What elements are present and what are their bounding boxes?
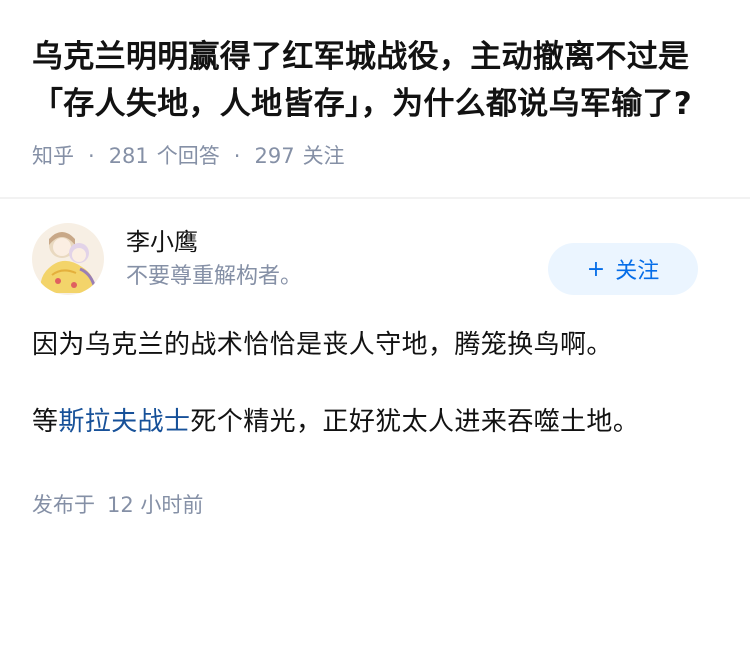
question-meta: 知乎 · 281 个回答 · 297 关注 bbox=[32, 141, 718, 171]
answer-paragraph: 因为乌克兰的战术恰恰是丧人守地，腾笼换鸟啊。 bbox=[32, 330, 613, 360]
author-info: 李小鹰 不要尊重解构者。 bbox=[126, 225, 302, 293]
author-row: 李小鹰 不要尊重解构者。 + 关注 bbox=[32, 199, 718, 319]
paragraph-text: 等 bbox=[32, 407, 59, 437]
follow-label: 关注 bbox=[615, 259, 660, 284]
author-name[interactable]: 李小鹰 bbox=[126, 225, 302, 259]
question-title[interactable]: 乌克兰明明赢得了红军城战役，主动撤离不过是「存人失地，人地皆存」，为什么都说乌军… bbox=[32, 34, 718, 128]
plus-icon: + bbox=[586, 256, 606, 282]
meta-separator: · bbox=[233, 144, 241, 168]
topic-link[interactable]: 斯拉夫战士 bbox=[58, 407, 190, 437]
publish-time: 12 小时前 bbox=[107, 493, 204, 517]
avatar[interactable] bbox=[32, 223, 104, 295]
answers-count: 281 bbox=[108, 144, 149, 168]
publish-label: 发布于 bbox=[32, 493, 95, 517]
source-label: 知乎 bbox=[32, 144, 74, 168]
answers-label: 个回答 bbox=[156, 144, 220, 168]
answer-paragraph: 等斯拉夫战士死个精光，正好犹太人进来吞噬土地。 bbox=[32, 398, 718, 446]
follow-button[interactable]: + 关注 bbox=[548, 243, 698, 295]
publish-info: 发布于 12 小时前 bbox=[32, 490, 718, 520]
answer-content: 因为乌克兰的战术恰恰是丧人守地，腾笼换鸟啊。 等斯拉夫战士死个精光，正好犹太人进… bbox=[32, 321, 718, 446]
question-header: 乌克兰明明赢得了红军城战役，主动撤离不过是「存人失地，人地皆存」，为什么都说乌军… bbox=[0, 0, 750, 171]
anime-avatar-icon bbox=[32, 223, 104, 295]
meta-separator: · bbox=[88, 144, 95, 168]
author-bio: 不要尊重解构者。 bbox=[126, 264, 303, 289]
followers-count: 297 bbox=[254, 144, 295, 168]
answer-card: 李小鹰 不要尊重解构者。 + 关注 因为乌克兰的战术恰恰是丧人守地，腾笼换鸟啊。… bbox=[0, 199, 750, 520]
paragraph-text: 死个精光，正好犹太人进来吞噬土地。 bbox=[190, 407, 640, 437]
followers-label: 关注 bbox=[302, 144, 345, 168]
